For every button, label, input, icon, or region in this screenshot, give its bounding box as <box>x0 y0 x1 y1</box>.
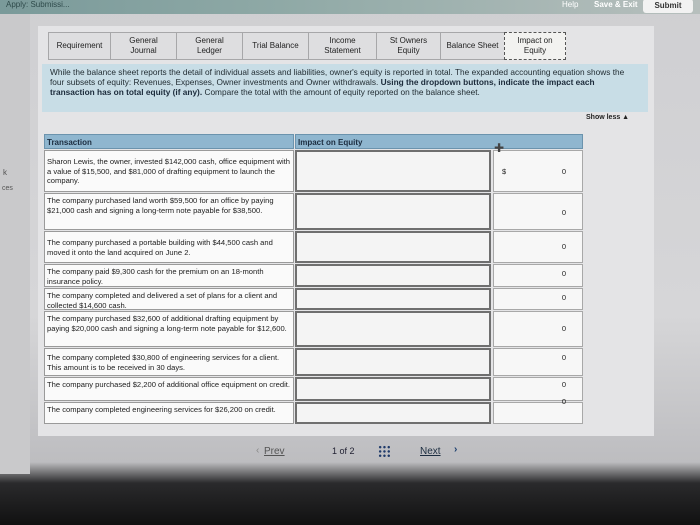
impact-value: 0 <box>561 269 566 278</box>
breadcrumb: Apply: Submissi... <box>6 0 70 9</box>
impact-value: 0 <box>561 167 566 176</box>
transaction-row-5: The company completed and delivered a se… <box>44 288 294 310</box>
transaction-row-6: The company purchased $32,600 of additio… <box>44 311 294 347</box>
transaction-row-2: The company purchased land worth $59,500… <box>44 193 294 230</box>
chevron-left-icon[interactable]: ‹ <box>256 445 259 456</box>
instructions-tail-text: Compare the total with the amount of equ… <box>204 87 480 97</box>
transaction-row-7: The company completed $30,800 of enginee… <box>44 348 294 376</box>
impact-amount-row-1[interactable]: $ 0 <box>493 150 583 192</box>
tab-bar: Requirement General Journal General Ledg… <box>48 32 566 60</box>
impact-dropdown-row-1[interactable] <box>295 150 491 192</box>
help-link[interactable]: Help <box>562 0 578 9</box>
tab-general-journal[interactable]: General Journal <box>110 32 176 60</box>
impact-dropdown-row-5[interactable] <box>295 288 491 310</box>
impact-amount-row-7[interactable]: 0 <box>493 348 583 376</box>
column-header-transaction: Transaction <box>44 134 294 149</box>
impact-value: 0 <box>561 380 566 389</box>
impact-dropdown-row-2[interactable] <box>295 193 491 230</box>
pagination: ‹ Prev 1 of 2 Next › <box>256 444 504 462</box>
impact-value: 0 <box>561 242 566 251</box>
left-sidebar: k ces <box>0 14 30 474</box>
grid-icon[interactable] <box>378 445 391 458</box>
dollar-sign: $ <box>502 167 507 176</box>
impact-dropdown-row-8[interactable] <box>295 377 491 401</box>
collapse-arrow-icon[interactable]: k <box>3 168 7 177</box>
impact-amount-row-8[interactable]: 0 <box>493 377 583 401</box>
impact-dropdown-row-4[interactable] <box>295 264 491 287</box>
impact-amount-row-9[interactable]: 0 <box>493 397 583 424</box>
column-header-impact: Impact on Equity <box>295 134 583 149</box>
impact-amount-row-2[interactable]: 0 <box>493 193 583 230</box>
next-button[interactable]: Next <box>420 446 441 457</box>
impact-value: 0 <box>561 293 566 302</box>
impact-amount-row-6[interactable]: 0 <box>493 311 583 347</box>
transaction-row-3: The company purchased a portable buildin… <box>44 231 294 263</box>
sidebar-text: ces <box>2 185 13 192</box>
chevron-right-icon[interactable]: › <box>454 444 457 455</box>
transaction-row-4: The company paid $9,300 cash for the pre… <box>44 264 294 287</box>
plus-cursor-icon: ✚ <box>494 141 505 155</box>
impact-table: Transaction Impact on Equity Sharon Lewi… <box>44 134 583 424</box>
impact-dropdown-row-6[interactable] <box>295 311 491 347</box>
impact-value: 0 <box>561 397 566 406</box>
save-exit-button[interactable]: Save & Exit <box>594 0 638 9</box>
instructions-box: While the balance sheet reports the deta… <box>42 64 648 112</box>
submit-button[interactable]: Submit <box>643 0 693 13</box>
tab-trial-balance[interactable]: Trial Balance <box>242 32 308 60</box>
impact-dropdown-row-9[interactable] <box>295 402 491 424</box>
tab-income-statement[interactable]: Income Statement <box>308 32 376 60</box>
tab-general-ledger[interactable]: General Ledger <box>176 32 242 60</box>
transaction-row-9: The company completed engineering servic… <box>44 402 294 424</box>
impact-value: 0 <box>561 324 566 333</box>
transaction-row-8: The company purchased $2,200 of addition… <box>44 377 294 401</box>
prev-button[interactable]: Prev <box>264 446 285 457</box>
impact-value: 0 <box>561 353 566 362</box>
show-less-toggle[interactable]: Show less ▲ <box>586 114 629 121</box>
impact-dropdown-row-7[interactable] <box>295 348 491 376</box>
tab-impact-on-equity[interactable]: Impact on Equity <box>504 32 566 60</box>
impact-value: 0 <box>561 208 566 217</box>
tab-st-owners-equity[interactable]: St Owners Equity <box>376 32 440 60</box>
transaction-row-1: Sharon Lewis, the owner, invested $142,0… <box>44 150 294 192</box>
main-panel: Requirement General Journal General Ledg… <box>38 26 654 436</box>
tab-requirement[interactable]: Requirement <box>48 32 110 60</box>
impact-amount-row-5[interactable]: 0 <box>493 288 583 310</box>
impact-amount-row-3[interactable]: 0 <box>493 231 583 263</box>
page-count: 1 of 2 <box>332 446 355 456</box>
top-bar: Apply: Submissi... Help Save & Exit Subm… <box>0 0 700 14</box>
impact-dropdown-row-3[interactable] <box>295 231 491 263</box>
tab-balance-sheet[interactable]: Balance Sheet <box>440 32 504 60</box>
impact-amount-row-4[interactable]: 0 <box>493 264 583 287</box>
